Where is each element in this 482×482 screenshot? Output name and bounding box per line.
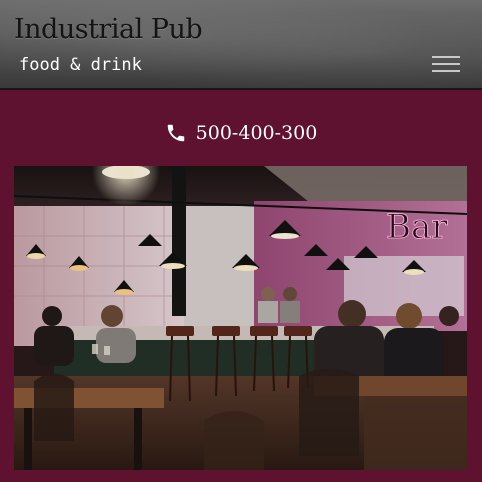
site-header: Industrial Pub food & drink [0, 0, 482, 90]
phone-contact[interactable]: 500-400-300 [0, 116, 482, 150]
phone-number[interactable]: 500-400-300 [196, 122, 318, 144]
phone-icon [165, 122, 187, 144]
pub-interior-photo: Bar [14, 166, 467, 470]
site-title[interactable]: Industrial Pub [14, 14, 203, 45]
site-tagline: food & drink [19, 55, 142, 75]
hamburger-menu-icon[interactable] [432, 56, 460, 76]
